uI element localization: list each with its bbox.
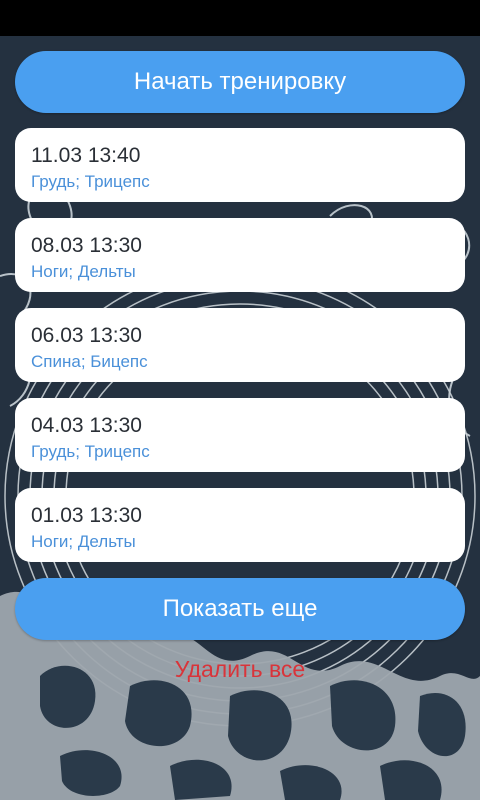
- workout-history-screen: Начать тренировку 11.03 13:40 Грудь; Три…: [0, 36, 480, 800]
- workout-muscle-groups: Спина; Бицепс: [31, 352, 148, 371]
- workout-muscle-groups: Ноги; Дельты: [31, 532, 136, 551]
- workout-muscle-groups: Ноги; Дельты: [31, 262, 136, 281]
- delete-all-link[interactable]: Удалить все: [0, 656, 480, 683]
- workout-muscle-groups: Грудь; Трицепс: [31, 442, 150, 461]
- workout-muscle-groups: Грудь; Трицепс: [31, 172, 150, 191]
- workout-card[interactable]: 04.03 13:30 Грудь; Трицепс: [15, 398, 465, 472]
- workout-date: 11.03 13:40: [31, 144, 141, 167]
- start-workout-button[interactable]: Начать тренировку: [15, 51, 465, 113]
- workout-date: 08.03 13:30: [31, 234, 142, 257]
- workout-card[interactable]: 06.03 13:30 Спина; Бицепс: [15, 308, 465, 382]
- show-more-button[interactable]: Показать еще: [15, 578, 465, 640]
- workout-date: 06.03 13:30: [31, 324, 142, 347]
- workout-date: 01.03 13:30: [31, 504, 142, 527]
- workout-date: 04.03 13:30: [31, 414, 142, 437]
- workout-card[interactable]: 08.03 13:30 Ноги; Дельты: [15, 218, 465, 292]
- workout-card[interactable]: 01.03 13:30 Ноги; Дельты: [15, 488, 465, 562]
- workout-card[interactable]: 11.03 13:40 Грудь; Трицепс: [15, 128, 465, 202]
- status-bar: [0, 0, 480, 36]
